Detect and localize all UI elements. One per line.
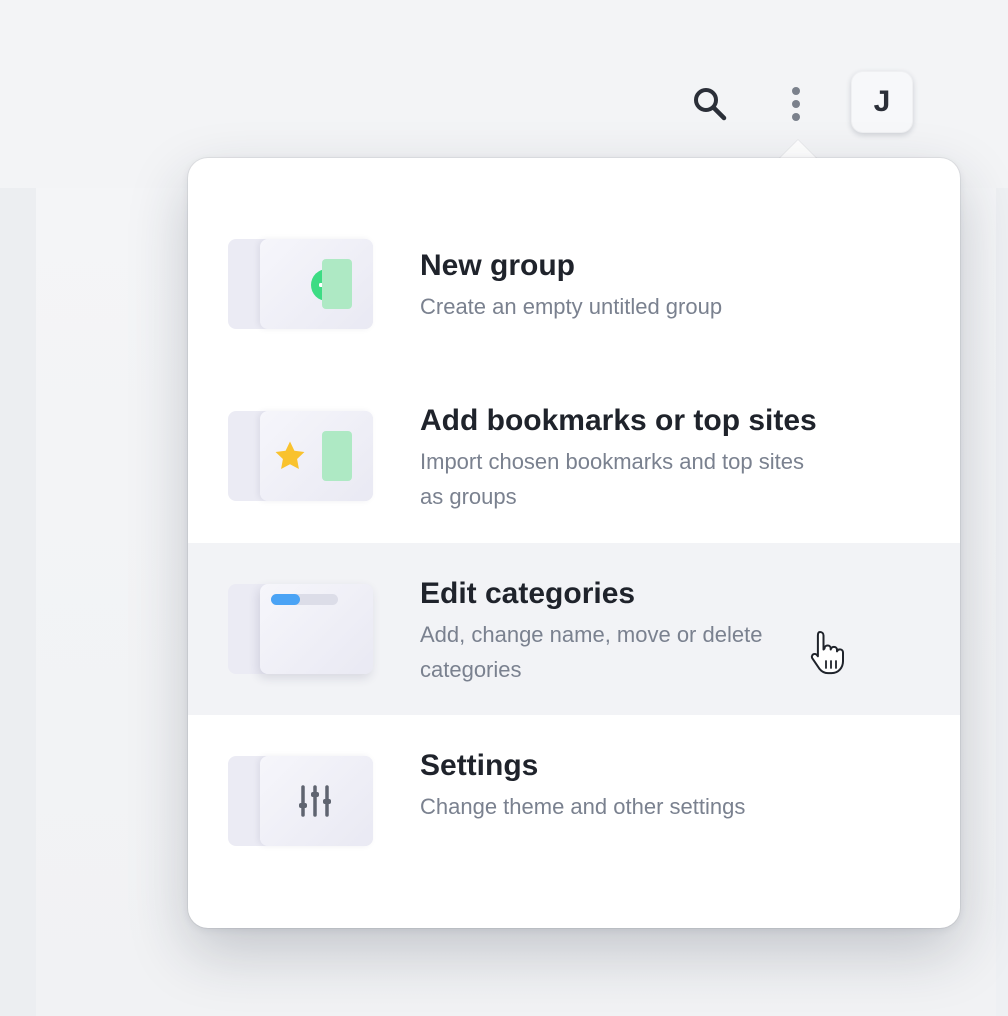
- menu-item-title: Settings: [420, 749, 539, 782]
- tab-shape: [322, 259, 352, 309]
- settings-thumbnail: [228, 756, 373, 846]
- background-strip-right: [996, 188, 1008, 1016]
- tab-shape: [322, 431, 352, 481]
- menu-item-title: Edit categories: [420, 577, 636, 610]
- progress-bar-icon: [271, 594, 338, 605]
- bookmarks-thumbnail: [228, 411, 373, 501]
- hand-pointer-cursor-icon: [810, 631, 844, 675]
- menu-item-settings[interactable]: Settings Change theme and other settings: [188, 715, 960, 887]
- new-group-thumbnail: [228, 239, 373, 329]
- background-panel-left: [0, 188, 36, 1016]
- menu-item-add-bookmarks[interactable]: Add bookmarks or top sites Import chosen…: [188, 370, 960, 542]
- search-button[interactable]: [686, 80, 734, 128]
- menu-item-description: Add, change name, move or delete categor…: [420, 622, 763, 682]
- star-icon: [275, 441, 305, 470]
- menu-item-title: New group: [420, 249, 575, 282]
- menu-item-description: Change theme and other settings: [420, 794, 746, 819]
- options-dropdown-menu: New group Create an empty untitled group…: [188, 158, 960, 928]
- menu-item-title: Add bookmarks or top sites: [420, 404, 817, 437]
- search-icon: [694, 88, 727, 121]
- more-vertical-icon: [792, 87, 800, 121]
- menu-item-description: Import chosen bookmarks and top sites as…: [420, 449, 804, 509]
- menu-item-description: Create an empty untitled group: [420, 294, 723, 319]
- menu-item-new-group[interactable]: New group Create an empty untitled group: [188, 198, 960, 368]
- categories-thumbnail: [228, 584, 373, 674]
- dropdown-caret: [778, 140, 818, 160]
- avatar-button[interactable]: J: [851, 71, 913, 133]
- more-options-button[interactable]: [772, 80, 820, 128]
- sliders-icon: [299, 785, 331, 817]
- progress-fill: [271, 594, 300, 605]
